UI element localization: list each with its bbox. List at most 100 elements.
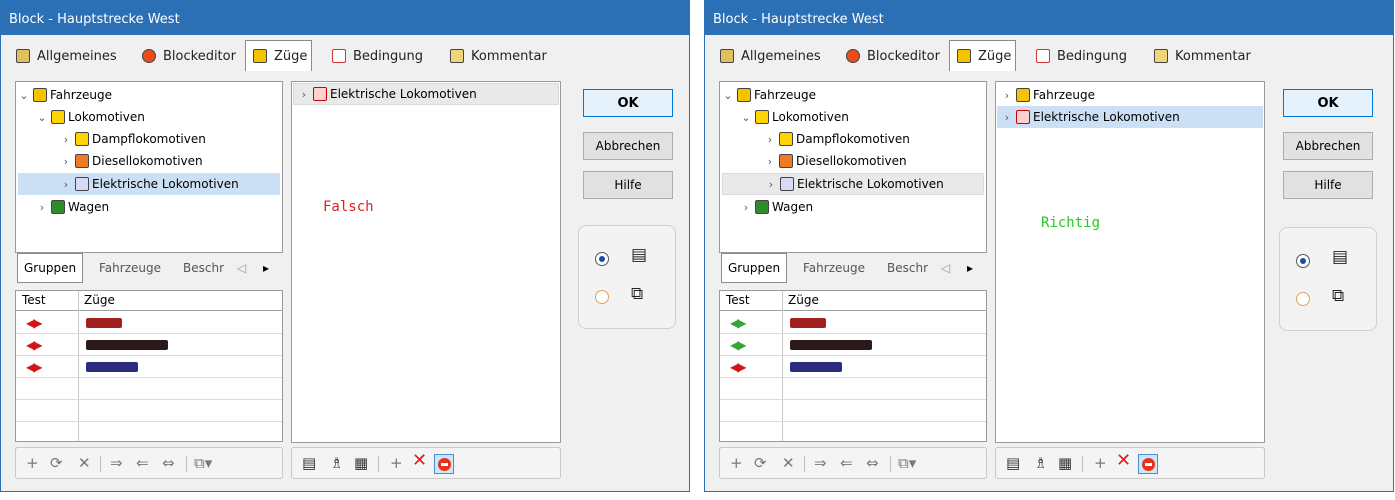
chevron-right-icon[interactable]: › xyxy=(765,178,777,191)
delete-icon[interactable]: ✕ xyxy=(1116,452,1131,470)
tree-item-dampflokomotiven[interactable]: › Dampflokomotiven xyxy=(764,128,910,150)
table-row[interactable]: ◀▶ xyxy=(16,356,282,378)
column-zuege[interactable]: Züge xyxy=(788,293,819,307)
column-test[interactable]: Test xyxy=(726,293,750,307)
stop-icon[interactable] xyxy=(434,454,454,474)
table-row[interactable]: ◀▶ xyxy=(720,312,986,334)
table-row[interactable] xyxy=(16,378,282,400)
tree-item-lokomotiven[interactable]: ⌄ Lokomotiven xyxy=(740,106,849,128)
chevron-right-icon[interactable]: › xyxy=(60,155,72,168)
tab-kommentar[interactable]: Kommentar xyxy=(1147,41,1255,71)
chevron-right-icon[interactable]: › xyxy=(740,201,752,214)
subtab-gruppen[interactable]: Gruppen xyxy=(17,253,84,283)
radio-copy-view[interactable] xyxy=(1296,292,1310,306)
tab-allgemeines[interactable]: Allgemeines xyxy=(713,41,825,71)
tab-bedingung[interactable]: Bedingung xyxy=(1029,41,1131,71)
add-icon[interactable]: + xyxy=(390,455,403,471)
chevron-right-icon[interactable]: › xyxy=(60,178,72,191)
radio-copy-view[interactable] xyxy=(595,290,609,304)
tree-item-wagen[interactable]: › Wagen xyxy=(36,196,109,218)
table-row[interactable] xyxy=(720,378,986,400)
arrow-both-icon[interactable]: ⇔ xyxy=(162,455,175,471)
subtab-beschreibung[interactable]: Beschr xyxy=(887,253,928,283)
arrow-left-icon[interactable]: ⇐ xyxy=(136,455,149,471)
chevron-down-icon[interactable]: ⌄ xyxy=(36,111,48,124)
tab-bedingung[interactable]: Bedingung xyxy=(325,41,427,71)
ok-button[interactable]: OK xyxy=(1283,89,1373,117)
delete-icon[interactable]: ✕ xyxy=(78,455,91,471)
radio-list-view[interactable] xyxy=(1296,254,1310,268)
tree-item-fahrzeuge[interactable]: ⌄ Fahrzeuge xyxy=(18,84,112,106)
tree-item-elektrische-lokomotiven[interactable]: › Elektrische Lokomotiven xyxy=(722,173,984,195)
column-test[interactable]: Test xyxy=(22,293,46,307)
table-row[interactable]: ◀▶ xyxy=(16,312,282,334)
subtab-fahrzeuge[interactable]: Fahrzeuge xyxy=(99,253,161,283)
chevron-down-icon[interactable]: ⌄ xyxy=(722,89,734,102)
list-item-elektrische-lokomotiven[interactable]: › Elektrische Lokomotiven xyxy=(293,83,559,105)
refresh-icon[interactable]: ⟳ xyxy=(754,455,767,471)
chevron-down-icon[interactable]: ⌄ xyxy=(18,89,30,102)
properties-icon[interactable]: ▦ xyxy=(1058,455,1072,471)
tree-icon[interactable]: ♗ xyxy=(330,455,343,471)
scroll-right-icon[interactable]: ▸ xyxy=(263,253,269,283)
chevron-right-icon[interactable]: › xyxy=(60,133,72,146)
help-button[interactable]: Hilfe xyxy=(583,171,673,199)
chevron-right-icon[interactable]: › xyxy=(36,201,48,214)
cancel-button[interactable]: Abbrechen xyxy=(1283,132,1373,160)
arrow-both-icon[interactable]: ⇔ xyxy=(866,455,879,471)
tab-blockeditor[interactable]: Blockeditor xyxy=(135,41,240,71)
chevron-right-icon[interactable]: › xyxy=(1001,111,1013,124)
chevron-down-icon[interactable]: ⌄ xyxy=(740,111,752,124)
table-row[interactable]: ◀▶ xyxy=(720,334,986,356)
tree-item-wagen[interactable]: › Wagen xyxy=(740,196,813,218)
copy-icon[interactable]: ⧉▾ xyxy=(898,455,916,471)
tab-blockeditor[interactable]: Blockeditor xyxy=(839,41,944,71)
radio-list-view[interactable] xyxy=(595,252,609,266)
add-icon[interactable]: + xyxy=(730,455,743,471)
arrow-right-icon[interactable]: ⇒ xyxy=(110,455,123,471)
scroll-left-icon[interactable]: ◁ xyxy=(237,253,246,283)
table-row[interactable] xyxy=(16,400,282,422)
arrow-right-icon[interactable]: ⇒ xyxy=(814,455,827,471)
arrow-left-icon[interactable]: ⇐ xyxy=(840,455,853,471)
list-item-fahrzeuge[interactable]: › Fahrzeuge xyxy=(1001,84,1095,106)
new-item-icon[interactable]: ▤ xyxy=(302,455,316,471)
subtab-fahrzeuge[interactable]: Fahrzeuge xyxy=(803,253,865,283)
tab-zuege[interactable]: Züge xyxy=(949,40,1017,71)
chevron-right-icon[interactable]: › xyxy=(764,155,776,168)
table-row[interactable]: ◀▶ xyxy=(16,334,282,356)
chevron-right-icon[interactable]: › xyxy=(1001,89,1013,102)
chevron-right-icon[interactable]: › xyxy=(764,133,776,146)
tab-zuege[interactable]: Züge xyxy=(245,40,313,71)
add-icon[interactable]: + xyxy=(1094,455,1107,471)
table-row[interactable] xyxy=(720,400,986,422)
tree-icon[interactable]: ♗ xyxy=(1034,455,1047,471)
delete-icon[interactable]: ✕ xyxy=(782,455,795,471)
table-row[interactable]: ◀▶ xyxy=(720,356,986,378)
chevron-right-icon[interactable]: › xyxy=(298,88,310,101)
scroll-right-icon[interactable]: ▸ xyxy=(967,253,973,283)
add-icon[interactable]: + xyxy=(26,455,39,471)
subtab-gruppen[interactable]: Gruppen xyxy=(721,253,788,283)
tree-item-elektrische-lokomotiven[interactable]: › Elektrische Lokomotiven xyxy=(18,173,280,195)
copy-icon[interactable]: ⧉▾ xyxy=(194,455,212,471)
list-item-elektrische-lokomotiven[interactable]: › Elektrische Lokomotiven xyxy=(997,106,1263,128)
tree-item-lokomotiven[interactable]: ⌄ Lokomotiven xyxy=(36,106,145,128)
subtab-beschreibung[interactable]: Beschr xyxy=(183,253,224,283)
tree-item-diesellokomotiven[interactable]: › Diesellokomotiven xyxy=(60,150,203,172)
tree-item-dampflokomotiven[interactable]: › Dampflokomotiven xyxy=(60,128,206,150)
column-zuege[interactable]: Züge xyxy=(84,293,115,307)
tree-item-fahrzeuge[interactable]: ⌄ Fahrzeuge xyxy=(722,84,816,106)
cancel-button[interactable]: Abbrechen xyxy=(583,132,673,160)
delete-icon[interactable]: ✕ xyxy=(412,452,427,470)
properties-icon[interactable]: ▦ xyxy=(354,455,368,471)
ok-button[interactable]: OK xyxy=(583,89,673,117)
scroll-left-icon[interactable]: ◁ xyxy=(941,253,950,283)
stop-icon[interactable] xyxy=(1138,454,1158,474)
help-button[interactable]: Hilfe xyxy=(1283,171,1373,199)
new-item-icon[interactable]: ▤ xyxy=(1006,455,1020,471)
tab-allgemeines[interactable]: Allgemeines xyxy=(9,41,121,71)
tree-item-diesellokomotiven[interactable]: › Diesellokomotiven xyxy=(764,150,907,172)
refresh-icon[interactable]: ⟳ xyxy=(50,455,63,471)
tab-kommentar[interactable]: Kommentar xyxy=(443,41,551,71)
